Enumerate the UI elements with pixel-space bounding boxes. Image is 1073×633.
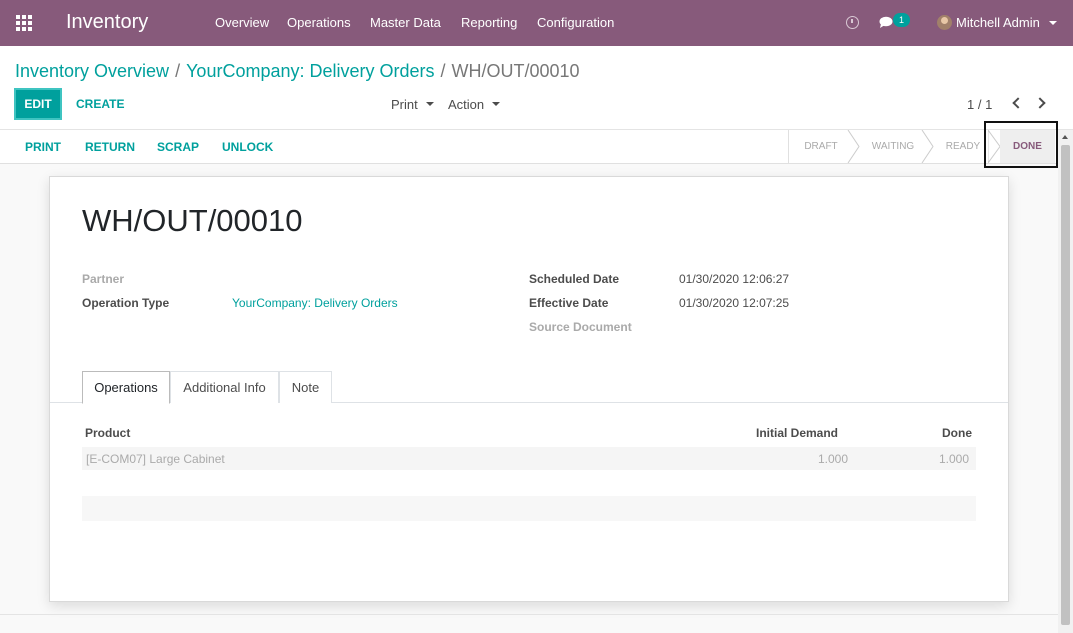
print-caret-icon[interactable] — [426, 102, 434, 106]
column-header-initial-demand[interactable]: Initial Demand — [756, 426, 838, 440]
activity-clock-icon[interactable] — [846, 16, 859, 29]
top-navbar: Inventory Overview Operations Master Dat… — [0, 0, 1073, 46]
menu-operations[interactable]: Operations — [287, 15, 351, 30]
table-row[interactable]: [E-COM07] Large Cabinet 1.000 1.000 — [82, 447, 976, 470]
tab-note[interactable]: Note — [279, 371, 332, 403]
user-menu-caret-icon[interactable] — [1049, 21, 1057, 25]
action-dropdown[interactable]: Action — [448, 97, 484, 112]
source-document-label: Source Document — [529, 320, 632, 334]
initial-demand-cell: 1.000 — [818, 452, 849, 466]
stage-ready[interactable]: READY — [935, 130, 991, 163]
scrollbar[interactable] — [1058, 130, 1073, 633]
current-stage-highlight — [984, 121, 1058, 168]
scrap-button[interactable]: SCRAP — [157, 140, 199, 154]
menu-master-data[interactable]: Master Data — [370, 15, 441, 30]
effective-date-label: Effective Date — [529, 296, 609, 310]
stage-waiting[interactable]: WAITING — [861, 130, 925, 163]
partner-label: Partner — [82, 272, 125, 286]
pager-value[interactable]: 1 / 1 — [967, 97, 992, 112]
menu-overview[interactable]: Overview — [215, 15, 269, 30]
product-cell: [E-COM07] Large Cabinet — [86, 452, 225, 466]
menu-configuration[interactable]: Configuration — [537, 15, 614, 30]
scheduled-date-value: 01/30/2020 12:06:27 — [679, 272, 790, 286]
pager-next-icon[interactable] — [1034, 97, 1046, 109]
operation-type-label: Operation Type — [82, 296, 170, 310]
return-button[interactable]: RETURN — [85, 140, 135, 154]
effective-date-value: 01/30/2020 12:07:25 — [679, 296, 790, 310]
scheduled-date-label: Scheduled Date — [529, 272, 620, 286]
form-sheet: WH/OUT/00010 Partner Operation Type Your… — [49, 176, 1009, 602]
pager-previous-icon[interactable] — [1012, 97, 1024, 109]
breadcrumb-inventory-overview[interactable]: Inventory Overview — [15, 61, 169, 81]
empty-table-row — [82, 496, 976, 521]
messages-count-badge: 1 — [893, 13, 910, 27]
create-button[interactable]: CREATE — [76, 97, 124, 111]
print-button[interactable]: PRINT — [25, 140, 61, 154]
record-title: WH/OUT/00010 — [82, 203, 303, 238]
breadcrumb: Inventory Overview / YourCompany: Delivery… — [15, 61, 580, 82]
statusbar: PRINT RETURN SCRAP UNLOCK DRAFT WAITING … — [0, 130, 1058, 164]
control-panel: Inventory Overview / YourCompany: Delivery… — [0, 46, 1073, 130]
apps-menu-icon[interactable] — [16, 15, 33, 31]
scroll-up-icon[interactable] — [1062, 135, 1068, 139]
stage-arrow-icon — [921, 130, 934, 163]
stage-arrow-icon — [847, 130, 860, 163]
unlock-button[interactable]: UNLOCK — [222, 140, 273, 154]
operation-type-link[interactable]: YourCompany: Delivery Orders — [232, 296, 398, 310]
menu-reporting[interactable]: Reporting — [461, 15, 517, 30]
column-header-product[interactable]: Product — [85, 426, 130, 440]
breadcrumb-delivery-orders[interactable]: YourCompany: Delivery Orders — [186, 61, 434, 81]
breadcrumb-separator: / — [440, 61, 446, 81]
edit-button[interactable]: EDIT — [14, 88, 62, 120]
action-caret-icon[interactable] — [492, 102, 500, 106]
user-menu-name[interactable]: Mitchell Admin — [956, 15, 1040, 30]
done-quantity-cell: 1.000 — [939, 452, 970, 466]
breadcrumb-current-record: WH/OUT/00010 — [451, 61, 580, 81]
scrollbar-thumb[interactable] — [1061, 145, 1070, 625]
app-title[interactable]: Inventory — [66, 11, 148, 34]
breadcrumb-separator: / — [175, 61, 181, 81]
column-header-done[interactable]: Done — [942, 426, 972, 440]
stage-draft[interactable]: DRAFT — [789, 130, 853, 163]
tab-additional-info[interactable]: Additional Info — [170, 371, 279, 403]
tab-operations[interactable]: Operations — [82, 371, 170, 404]
print-dropdown[interactable]: Print — [391, 97, 418, 112]
user-avatar[interactable] — [937, 15, 952, 30]
page-bottom-divider — [0, 614, 1058, 615]
